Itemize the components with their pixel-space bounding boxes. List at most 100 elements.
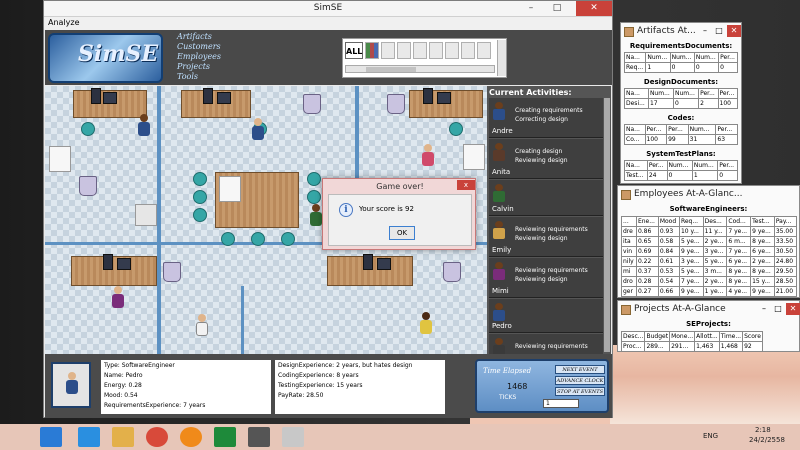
ok-button[interactable]: OK <box>389 226 415 240</box>
app-icon[interactable] <box>180 427 202 447</box>
table-cell[interactable]: Test... <box>624 170 648 181</box>
table-cell[interactable]: 63 <box>715 134 738 145</box>
start-icon[interactable] <box>40 427 62 447</box>
maximize-button[interactable]: □ <box>713 25 725 37</box>
table-header-cell[interactable]: Num... <box>691 160 719 171</box>
table-header-cell[interactable]: Per... <box>715 124 738 135</box>
table-row[interactable]: Proc... 289... 291... 1,463 1,468 92 <box>620 341 763 352</box>
activity-row[interactable]: Mimi Reviewing requirements Reviewing desi… <box>489 258 603 298</box>
table-row[interactable]: ger 0.27 0.66 9 ye... 1 ye... 4 ye... 9 ye... 2… <box>621 286 798 297</box>
table-cell[interactable]: 99 <box>666 134 689 145</box>
artifact-hscroll[interactable] <box>345 65 495 73</box>
internet-explorer-icon[interactable] <box>78 427 100 447</box>
activities-scrollbar[interactable] <box>604 98 610 352</box>
table-cell[interactable]: Desi... <box>624 98 649 109</box>
table-cell[interactable]: Req... <box>623 62 647 73</box>
activity-row[interactable]: Anita Creating design Reviewing design <box>489 139 603 179</box>
nav-artifacts[interactable]: Artifacts <box>165 32 245 42</box>
table-cell[interactable]: 100 <box>644 134 668 145</box>
artifact-slot[interactable] <box>413 42 427 59</box>
employee-roger[interactable] <box>419 312 433 334</box>
employee-anita[interactable] <box>251 118 265 140</box>
nav-employees[interactable]: Employees <box>165 52 245 62</box>
window-titlebar[interactable]: SimSE – □ ✕ <box>44 1 612 17</box>
minimize-button[interactable]: – <box>758 303 770 315</box>
activity-row[interactable]: Calvin <box>489 180 603 216</box>
table-row[interactable]: dre 0.86 0.93 10 y... 11 y... 7 ye... 9 ye... 3… <box>621 226 798 237</box>
clock-date[interactable]: 24/2/2558 <box>749 436 785 444</box>
menu-analyze[interactable]: Analyze <box>48 18 80 27</box>
employee-emily[interactable] <box>421 144 435 166</box>
table-row[interactable]: vin 0.69 0.84 9 ye... 3 ye... 7 ye... 6 ye... 3… <box>621 246 798 257</box>
spreadsheet-icon[interactable] <box>214 427 236 447</box>
table-header-cell[interactable]: Num... <box>645 52 671 63</box>
table-cell[interactable]: 1 <box>645 62 671 73</box>
table-cell[interactable]: 0 <box>693 62 720 73</box>
chrome-icon[interactable] <box>146 427 168 447</box>
table-row[interactable]: ita 0.65 0.58 5 ye... 2 ye... 6 m... 8 ye... 33… <box>621 236 798 247</box>
table-header-cell[interactable]: Num... <box>672 88 700 99</box>
employee-mimi[interactable] <box>111 286 125 308</box>
table-header-cell[interactable]: Per... <box>646 160 668 171</box>
table-cell[interactable]: 24 <box>646 170 668 181</box>
next-event-button[interactable]: NEXT EVENT <box>555 365 605 374</box>
table-header-cell[interactable]: Per... <box>666 124 689 135</box>
nav-tools[interactable]: Tools <box>165 72 245 82</box>
maximize-button[interactable]: □ <box>544 1 570 16</box>
artifact-slot[interactable] <box>477 42 491 59</box>
table-header-cell[interactable]: Per... <box>717 160 738 171</box>
table-cell[interactable]: 1 <box>691 170 719 181</box>
java-taskbar-icon[interactable] <box>282 427 304 447</box>
activity-row[interactable]: Pedro <box>489 299 603 333</box>
table-cell[interactable]: 100 <box>717 98 739 109</box>
table-header-cell[interactable]: Na... <box>624 124 646 135</box>
table-header-cell[interactable]: Na... <box>624 88 649 99</box>
table-row[interactable]: Desc... Budget Mone... Allott... Time... Scor… <box>620 331 763 342</box>
table-header-cell[interactable]: Num... <box>647 88 675 99</box>
close-button[interactable]: ✕ <box>576 1 612 16</box>
activity-row[interactable]: Emily Reviewing requirements Reviewing des… <box>489 217 603 257</box>
advance-clock-button[interactable]: ADVANCE CLOCK <box>555 376 605 385</box>
table-cell[interactable]: 2 <box>698 98 719 109</box>
nav-customers[interactable]: Customers <box>165 42 245 52</box>
artifact-slot[interactable] <box>381 42 395 59</box>
table-header-cell[interactable]: Num... <box>693 52 720 63</box>
maximize-button[interactable]: □ <box>772 303 784 315</box>
table-cell[interactable]: 0 <box>672 98 700 109</box>
table-header-cell[interactable]: Per... <box>717 88 739 99</box>
ticks-input[interactable]: 1 <box>543 399 579 408</box>
table-cell[interactable]: 17 <box>647 98 675 109</box>
table-header-cell[interactable]: Per... <box>644 124 668 135</box>
artifact-vscroll[interactable] <box>497 40 506 76</box>
table-row[interactable]: mi 0.37 0.53 5 ye... 3 m... 8 ye... 8 ye... 29.… <box>621 266 798 277</box>
window-icon[interactable] <box>248 427 270 447</box>
minimize-button[interactable]: – <box>518 1 544 16</box>
employee-calvin[interactable] <box>309 204 323 226</box>
table-cell[interactable]: Co... <box>624 134 646 145</box>
table-header-cell[interactable]: Num... <box>687 124 717 135</box>
artifact-slot[interactable] <box>445 42 459 59</box>
employee-andre[interactable] <box>137 114 151 136</box>
minimize-button[interactable]: – <box>699 25 711 37</box>
language-indicator[interactable]: ENG <box>703 432 718 440</box>
table-cell[interactable]: 31 <box>687 134 717 145</box>
table-row[interactable]: dro 0.28 0.54 7 ye... 2 ye... 8 ye... 15 y... 2… <box>621 276 798 287</box>
artifact-slot[interactable] <box>397 42 411 59</box>
close-button[interactable]: ✕ <box>727 25 741 37</box>
table-header-cell[interactable]: Per... <box>698 88 719 99</box>
table-cell[interactable]: 0 <box>666 170 693 181</box>
table-cell[interactable]: 0 <box>718 62 738 73</box>
close-button[interactable]: ✕ <box>786 303 800 315</box>
table-header-cell[interactable]: Num... <box>666 160 693 171</box>
all-artifacts-button[interactable]: ALL <box>345 42 363 59</box>
clock-time[interactable]: 2:18 <box>755 426 771 434</box>
table-header-cell[interactable]: Na... <box>623 52 647 63</box>
activity-row[interactable]: Andre Creating requirements Correcting des… <box>489 98 603 138</box>
artifact-slot[interactable] <box>429 42 443 59</box>
scroll-thumb[interactable] <box>366 67 416 72</box>
nav-projects[interactable]: Projects <box>165 62 245 72</box>
table-cell[interactable]: 0 <box>717 170 738 181</box>
artifact-slot[interactable] <box>365 42 379 59</box>
table-header-cell[interactable]: Num... <box>669 52 695 63</box>
employee-pedro[interactable] <box>195 314 209 336</box>
